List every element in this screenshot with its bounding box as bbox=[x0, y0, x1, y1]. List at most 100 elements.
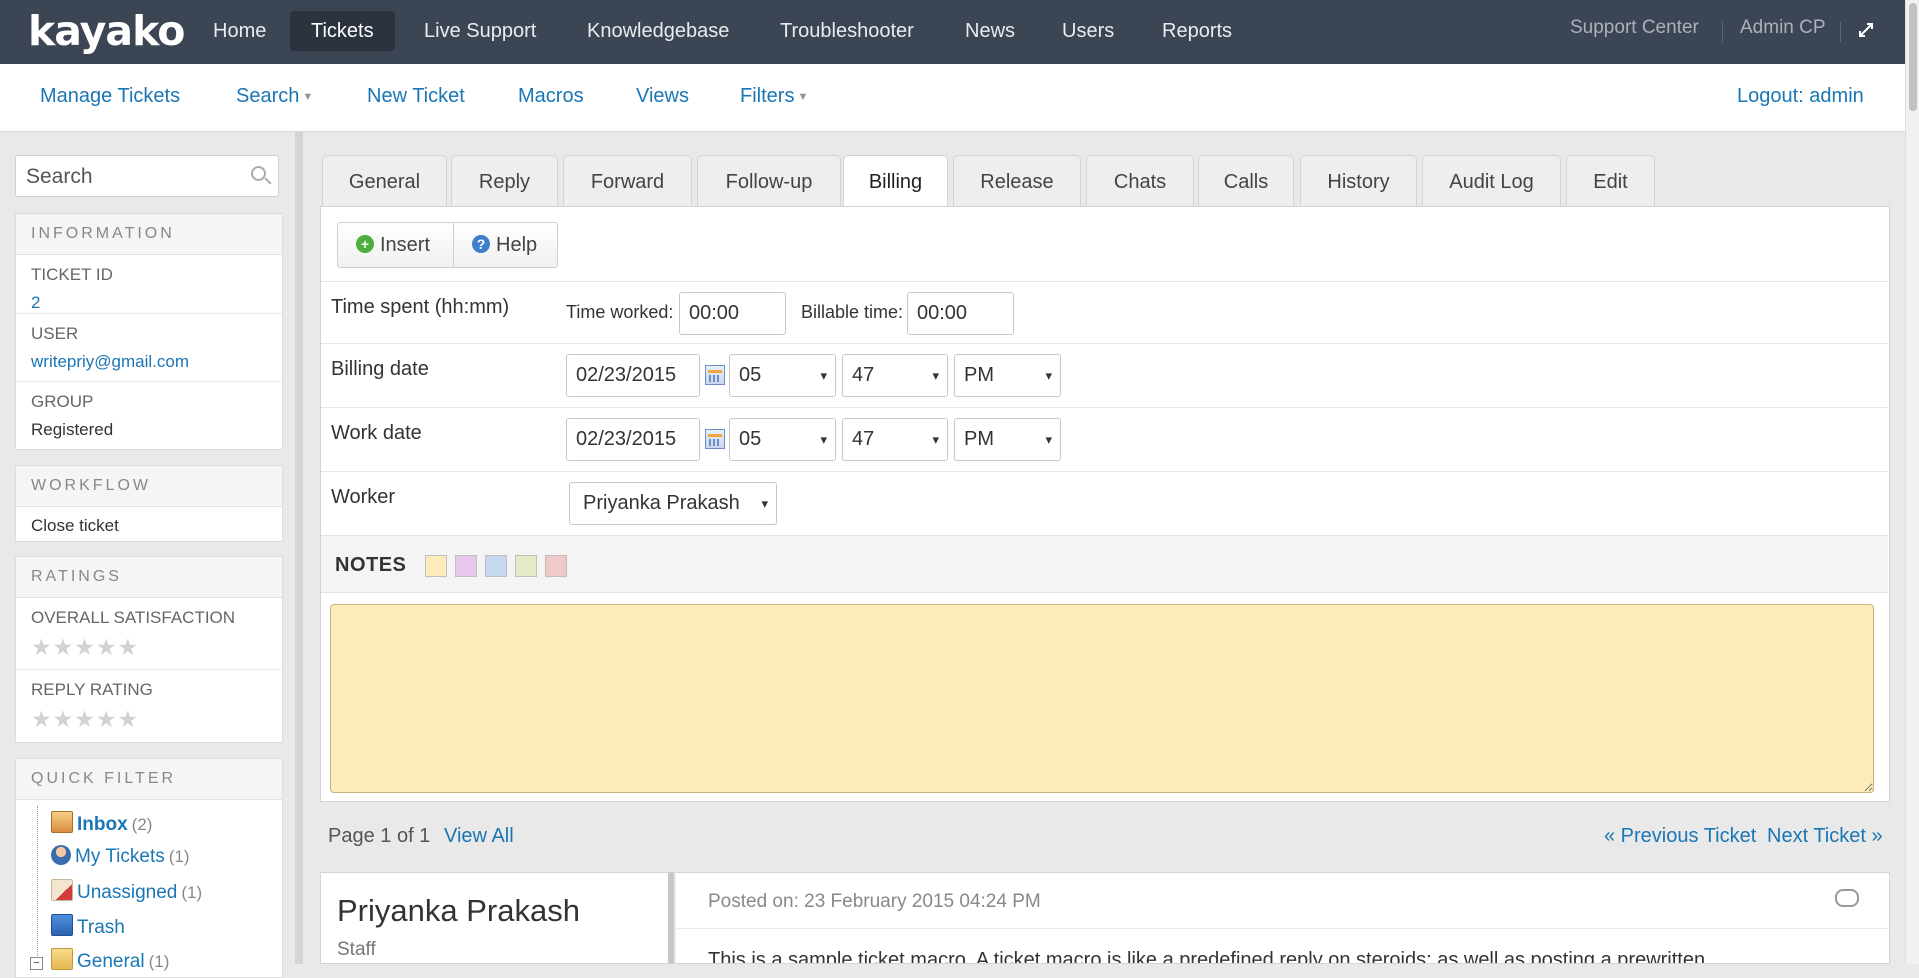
trash-icon bbox=[51, 914, 73, 936]
billable-time-input[interactable] bbox=[907, 292, 1014, 335]
star-icon[interactable]: ★ bbox=[118, 636, 139, 659]
ticket-id-label: TICKET ID bbox=[31, 265, 113, 284]
billing-date-input[interactable]: 02/23/2015 bbox=[566, 354, 700, 397]
tab-general[interactable]: General bbox=[322, 155, 447, 206]
nav-reports[interactable]: Reports bbox=[1141, 11, 1253, 51]
next-ticket-link[interactable]: Next Ticket » bbox=[1767, 825, 1883, 848]
star-icon[interactable]: ★ bbox=[96, 708, 117, 731]
red-note-swatch[interactable] bbox=[545, 555, 567, 577]
new-ticket-link[interactable]: New Ticket bbox=[367, 85, 465, 108]
time-worked-input[interactable] bbox=[679, 292, 786, 335]
billing-ampm-select[interactable]: PM bbox=[954, 354, 1061, 397]
vertical-scrollbar[interactable] bbox=[1905, 0, 1919, 964]
scrollbar-thumb[interactable] bbox=[1909, 3, 1917, 111]
group-row: GROUP Registered bbox=[16, 382, 282, 448]
nav-troubleshooter[interactable]: Troubleshooter bbox=[759, 11, 935, 51]
tab-history[interactable]: History bbox=[1300, 155, 1417, 206]
tab-forward[interactable]: Forward bbox=[563, 155, 692, 206]
notes-textarea[interactable] bbox=[330, 604, 1874, 793]
calendar-icon[interactable] bbox=[705, 429, 725, 449]
tab-chats[interactable]: Chats bbox=[1086, 155, 1194, 206]
calendar-icon[interactable] bbox=[705, 365, 725, 385]
previous-ticket-link[interactable]: « Previous Ticket bbox=[1604, 825, 1756, 848]
nav-knowledgebase[interactable]: Knowledgebase bbox=[566, 11, 750, 51]
help-button[interactable]: ? Help bbox=[453, 222, 558, 268]
expand-icon[interactable] bbox=[1858, 22, 1876, 40]
help-icon: ? bbox=[472, 235, 490, 253]
work-ampm-select[interactable]: PM bbox=[954, 418, 1061, 461]
manage-tickets-link[interactable]: Manage Tickets bbox=[40, 85, 180, 108]
star-icon[interactable]: ★ bbox=[31, 636, 52, 659]
billing-hour-select[interactable]: 05 bbox=[729, 354, 836, 397]
filters-menu-label: Filters bbox=[740, 85, 795, 107]
nav-news[interactable]: News bbox=[944, 11, 1036, 51]
ratings-panel: RATINGS OVERALL SATISFACTION ★★★★★ REPLY… bbox=[15, 556, 283, 743]
close-ticket-link[interactable]: Close ticket bbox=[31, 516, 267, 536]
search-menu[interactable]: Search ▼ bbox=[236, 85, 313, 108]
views-link[interactable]: Views bbox=[636, 85, 689, 108]
quick-filter-trash[interactable]: Trash bbox=[51, 914, 129, 939]
panel-title: WORKFLOW bbox=[16, 466, 282, 507]
search-icon[interactable] bbox=[251, 166, 266, 181]
star-icon[interactable]: ★ bbox=[74, 708, 95, 731]
user-email-link[interactable]: writepriy@gmail.com bbox=[31, 352, 267, 372]
nav-users[interactable]: Users bbox=[1041, 11, 1135, 51]
nav-tickets[interactable]: Tickets bbox=[290, 11, 395, 51]
nav-live-support[interactable]: Live Support bbox=[403, 11, 557, 51]
view-all-link[interactable]: View All bbox=[444, 825, 514, 848]
my-tickets-link[interactable]: My Tickets bbox=[75, 846, 165, 867]
billing-minute-select[interactable]: 47 bbox=[842, 354, 948, 397]
star-icon[interactable]: ★ bbox=[31, 708, 52, 731]
star-icon[interactable]: ★ bbox=[53, 708, 74, 731]
overall-satisfaction-label: OVERALL SATISFACTION bbox=[31, 608, 236, 627]
tab-follow-up[interactable]: Follow-up bbox=[697, 155, 841, 206]
admin-cp-link[interactable]: Admin CP bbox=[1740, 17, 1826, 39]
star-rating[interactable]: ★★★★★ bbox=[31, 636, 267, 659]
quick-filter-general[interactable]: − General (1) bbox=[30, 948, 169, 973]
star-icon[interactable]: ★ bbox=[118, 708, 139, 731]
work-minute-select[interactable]: 47 bbox=[842, 418, 948, 461]
search-input[interactable] bbox=[24, 164, 238, 190]
star-icon[interactable]: ★ bbox=[96, 636, 117, 659]
tab-calls[interactable]: Calls bbox=[1198, 155, 1294, 206]
tab-edit[interactable]: Edit bbox=[1566, 155, 1655, 206]
tab-audit-log[interactable]: Audit Log bbox=[1422, 155, 1561, 206]
general-link[interactable]: General bbox=[77, 951, 145, 972]
purple-note-swatch[interactable] bbox=[455, 555, 477, 577]
quick-filter-inbox[interactable]: Inbox (2) bbox=[51, 811, 152, 836]
star-icon[interactable]: ★ bbox=[53, 636, 74, 659]
inbox-link[interactable]: Inbox bbox=[77, 814, 128, 835]
worker-select[interactable]: Priyanka Prakash bbox=[569, 482, 777, 525]
macros-link[interactable]: Macros bbox=[518, 85, 584, 108]
tab-release[interactable]: Release bbox=[953, 155, 1081, 206]
quote-icon[interactable] bbox=[1835, 889, 1859, 907]
nav-home[interactable]: Home bbox=[192, 11, 287, 51]
star-rating[interactable]: ★★★★★ bbox=[31, 708, 267, 731]
post-content: This is a sample ticket macro. A ticket … bbox=[708, 949, 1706, 964]
kayako-logo[interactable]: kayako bbox=[28, 7, 185, 55]
insert-button[interactable]: + Insert bbox=[337, 222, 454, 268]
page-indicator: Page 1 of 1 bbox=[328, 825, 431, 847]
star-icon[interactable]: ★ bbox=[74, 636, 95, 659]
post-author-name: Priyanka Prakash bbox=[337, 893, 580, 928]
filters-menu[interactable]: Filters ▼ bbox=[740, 85, 808, 108]
blue-note-swatch[interactable] bbox=[485, 555, 507, 577]
post-author-role: Staff bbox=[337, 939, 376, 960]
work-hour-select[interactable]: 05 bbox=[729, 418, 836, 461]
quick-filter-my-tickets[interactable]: My Tickets (1) bbox=[51, 845, 190, 868]
quick-filter-unassigned[interactable]: Unassigned (1) bbox=[51, 879, 202, 904]
post-body: Posted on: 23 February 2015 04:24 PM Thi… bbox=[676, 872, 1890, 964]
ticket-id-value[interactable]: 2 bbox=[31, 293, 267, 313]
yellow-note-swatch[interactable] bbox=[425, 555, 447, 577]
green-note-swatch[interactable] bbox=[515, 555, 537, 577]
tab-billing[interactable]: Billing bbox=[843, 155, 948, 208]
trash-link[interactable]: Trash bbox=[77, 917, 125, 938]
worker-label: Worker bbox=[331, 486, 396, 508]
tab-reply[interactable]: Reply bbox=[451, 155, 558, 206]
unassigned-link[interactable]: Unassigned bbox=[77, 882, 177, 903]
tree-line bbox=[37, 806, 39, 964]
logout-link[interactable]: Logout: admin bbox=[1737, 85, 1864, 108]
inbox-icon bbox=[51, 811, 73, 833]
work-date-input[interactable]: 02/23/2015 bbox=[566, 418, 700, 461]
support-center-link[interactable]: Support Center bbox=[1570, 17, 1699, 39]
